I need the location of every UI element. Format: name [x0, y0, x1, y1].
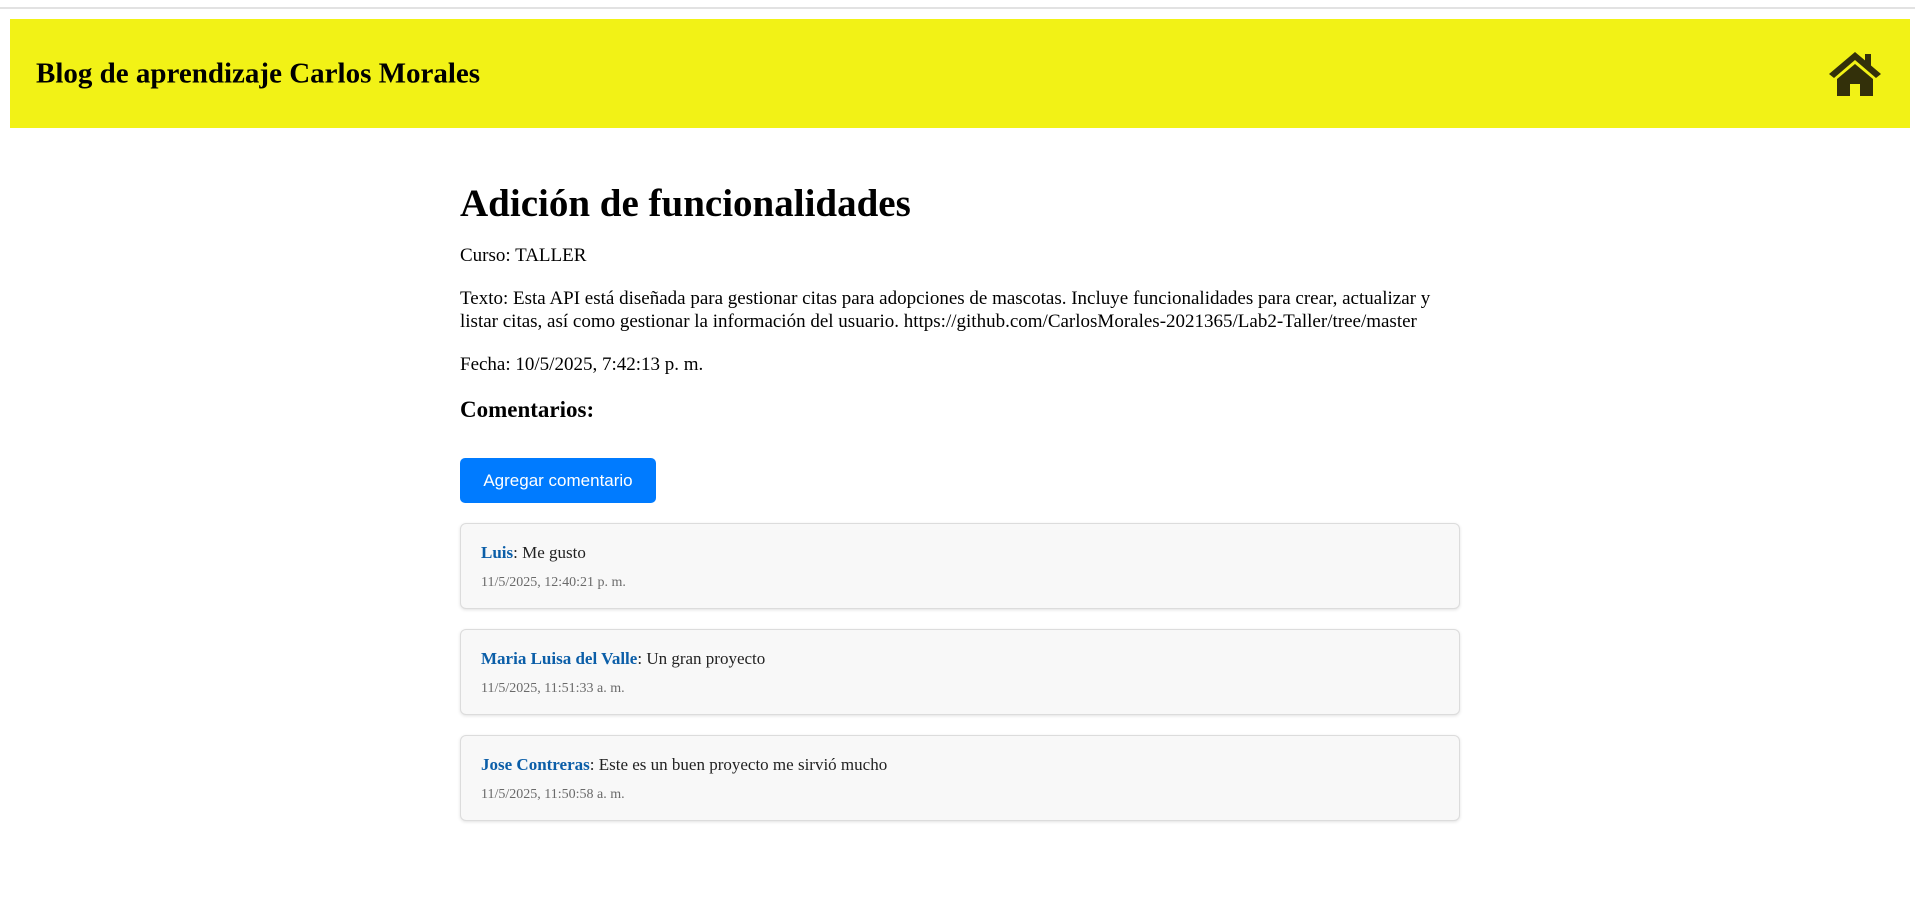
- comment-date: 11/5/2025, 11:50:58 a. m.: [481, 787, 625, 802]
- comment-author: Luis: [481, 543, 514, 562]
- comment-body: Luis: Me gusto: [481, 542, 1439, 564]
- comments-heading: Comentarios:: [460, 397, 595, 422]
- comment-date: 11/5/2025, 11:51:33 a. m.: [481, 681, 625, 696]
- comment-text: Me gusto: [522, 543, 586, 562]
- comment-separator: :: [513, 543, 518, 562]
- add-comment-button[interactable]: Agregar comentario: [460, 458, 656, 503]
- comment-text: Este es un buen proyecto me sirvió mucho: [598, 755, 888, 774]
- browser-top-divider: [0, 7, 1915, 9]
- course-label: Curso:: [460, 245, 511, 266]
- comment-card: Luis: Me gusto 11/5/2025, 12:40:21 p. m.: [460, 523, 1460, 609]
- date-label: Fecha:: [460, 354, 511, 375]
- comment-date: 11/5/2025, 12:40:21 p. m.: [481, 575, 626, 590]
- comment-separator: :: [589, 755, 595, 774]
- date-value: 10/5/2025, 7:42:13 p. m.: [515, 354, 704, 375]
- comment-author: Maria Luisa del Valle: [481, 649, 638, 668]
- comment-text: Un gran proyecto: [646, 649, 766, 668]
- comment-separator: :: [637, 649, 643, 668]
- comment-author: Jose Contreras: [481, 755, 590, 774]
- post-date: Fecha: 10/5/2025, 7:42:13 p. m.: [460, 353, 1460, 376]
- site-title: Blog de aprendizaje Carlos Morales: [36, 57, 481, 89]
- home-button[interactable]: [1827, 49, 1883, 97]
- post-content: Adición de funcionalidades Curso: TALLER…: [460, 180, 1460, 841]
- text-label: Texto:: [460, 288, 509, 309]
- text-value: Esta API está diseñada para gestionar ci…: [460, 288, 1431, 332]
- post-title: Adición de funcionalidades: [460, 182, 911, 225]
- comment-card: Maria Luisa del Valle: Un gran proyecto …: [460, 629, 1460, 715]
- comment-body: Jose Contreras: Este es un buen proyecto…: [481, 754, 1439, 776]
- comment-list: Luis: Me gusto 11/5/2025, 12:40:21 p. m.…: [460, 523, 1460, 821]
- course-value: TALLER: [515, 245, 587, 266]
- comment-body: Maria Luisa del Valle: Un gran proyecto: [481, 648, 1439, 670]
- post-course: Curso: TALLER: [460, 244, 1460, 267]
- comment-card: Jose Contreras: Este es un buen proyecto…: [460, 735, 1460, 821]
- home-icon: [1829, 52, 1881, 96]
- post-text: Texto: Esta API está diseñada para gesti…: [460, 287, 1450, 333]
- site-header: Blog de aprendizaje Carlos Morales: [10, 19, 1910, 128]
